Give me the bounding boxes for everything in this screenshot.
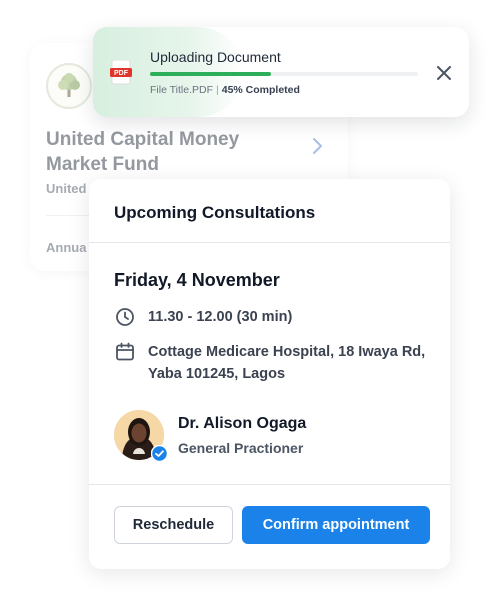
doctor-role: General Practioner <box>178 439 304 456</box>
pdf-file-icon: PDF <box>110 59 134 86</box>
reschedule-button[interactable]: Reschedule <box>114 506 233 544</box>
doctor-info: Dr. Alison Ogaga General Practioner <box>114 410 306 463</box>
fund-title: United Capital Money Market Fund <box>46 129 240 175</box>
fund-subtitle: United <box>46 181 87 196</box>
progress-fill <box>150 72 271 76</box>
consultation-location: Cottage Medicare Hospital, 18 Iwaya Rd, … <box>148 344 426 382</box>
header-divider <box>89 242 450 243</box>
progress-text: 45% Completed <box>221 84 300 96</box>
chevron-right-icon[interactable] <box>311 137 323 160</box>
progress-bar <box>150 72 418 76</box>
tree-logo-icon <box>46 63 92 109</box>
confirm-appointment-button[interactable]: Confirm appointment <box>242 506 430 544</box>
consultation-time: 11.30 - 12.00 (30 min) <box>148 309 293 325</box>
fund-annual-label: Annua <box>46 240 87 255</box>
meta-separator: | <box>216 84 219 96</box>
consultation-card: Upcoming Consultations Friday, 4 Novembe… <box>89 179 450 569</box>
location-row: Cottage Medicare Hospital, 18 Iwaya Rd, … <box>114 341 444 385</box>
footer-divider <box>89 484 450 485</box>
pdf-badge-text: PDF <box>114 70 129 77</box>
calendar-icon <box>114 341 136 363</box>
avatar <box>114 410 169 463</box>
clock-icon <box>114 306 136 328</box>
consultation-date: Friday, 4 November <box>114 270 280 290</box>
time-row: 11.30 - 12.00 (30 min) <box>114 306 292 328</box>
consultation-header: Upcoming Consultations <box>114 203 316 222</box>
upload-toast: PDF Uploading Document File Title.PDF | 45… <box>93 27 469 117</box>
file-name: File Title.PDF <box>150 84 214 96</box>
upload-title: Uploading Document <box>150 49 281 65</box>
upload-meta: File Title.PDF | 45% Completed <box>150 84 300 96</box>
doctor-text: Dr. Alison Ogaga General Practioner <box>178 415 306 456</box>
close-icon[interactable] <box>434 63 454 83</box>
doctor-name: Dr. Alison Ogaga <box>178 414 307 432</box>
verified-badge-icon <box>150 444 169 463</box>
